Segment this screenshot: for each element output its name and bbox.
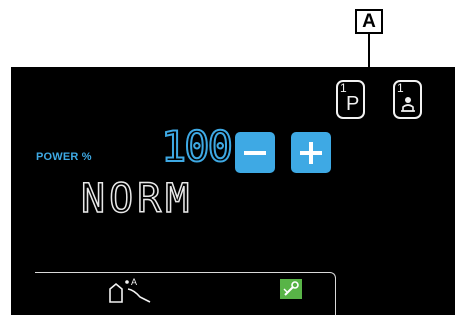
minus-icon — [244, 150, 266, 155]
increase-power-button[interactable] — [291, 132, 331, 173]
plus-icon — [300, 141, 322, 164]
power-label: POWER % — [36, 151, 92, 163]
decrease-power-button[interactable] — [235, 132, 275, 173]
mode-display: NORM — [80, 175, 194, 223]
device-display: 1 P 1 POWER % 100 NORM A — [11, 67, 455, 315]
user-profile-icon — [401, 97, 415, 112]
settings-tool-icon[interactable] — [280, 279, 302, 299]
welding-process-icon[interactable]: A — [106, 275, 156, 305]
bottom-toolbar: A — [35, 272, 336, 315]
callout-letter: A — [362, 10, 376, 32]
program-preset-button[interactable]: 1 P — [336, 80, 365, 119]
user-profile-button[interactable]: 1 — [393, 80, 422, 119]
power-value: 100 — [160, 121, 234, 172]
callout-label-a: A — [355, 9, 383, 34]
program-preset-icon: P — [346, 93, 360, 115]
svg-text:A: A — [131, 277, 137, 287]
